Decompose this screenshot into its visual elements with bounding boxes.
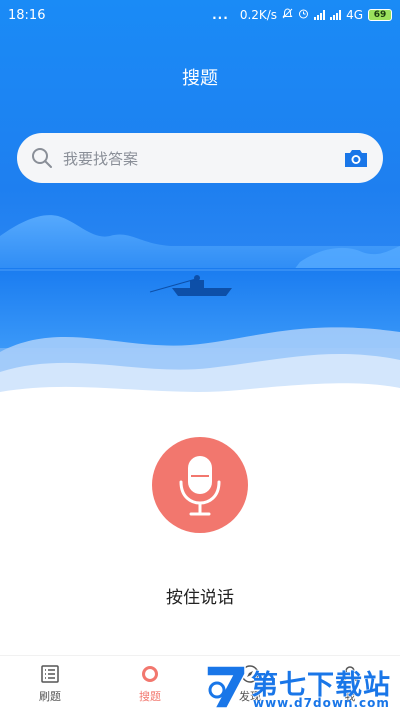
mute-icon — [282, 8, 293, 22]
more-dots: ... — [212, 8, 229, 22]
voice-hint: 按住说话 — [166, 588, 234, 608]
status-time: 18:16 — [8, 7, 46, 23]
list-icon — [41, 664, 59, 683]
search-icon — [32, 148, 52, 168]
voice-record-button[interactable] — [152, 437, 248, 533]
search-input[interactable]: 我要找答案 — [63, 148, 343, 169]
status-indicators: ... 0.2K/s 4G 69 — [212, 8, 392, 22]
status-bar: 18:16 ... 0.2K/s 4G 69 — [0, 0, 400, 30]
watermark-url: www.d7down.com — [253, 696, 390, 710]
landscape-illustration — [0, 215, 400, 420]
search-bar[interactable]: 我要找答案 — [17, 133, 383, 183]
watermark-logo-icon — [206, 665, 246, 709]
camera-icon[interactable] — [343, 147, 369, 169]
nav-label: 搜题 — [139, 689, 161, 703]
nav-item-shuati[interactable]: 刷题 — [0, 656, 100, 711]
hero-background — [0, 0, 400, 420]
battery-icon: 69 — [368, 9, 392, 21]
network-speed: 0.2K/s — [239, 8, 278, 22]
search-circle-icon — [142, 665, 158, 682]
microphone-icon — [179, 456, 221, 516]
page-title: 搜题 — [182, 68, 218, 89]
watermark: 第七下载站 www.d7down.com — [205, 662, 395, 710]
nav-item-soti[interactable]: 搜题 — [100, 656, 200, 711]
network-type: 4G — [346, 8, 363, 22]
signal-icon — [314, 10, 326, 20]
screen: 18:16 ... 0.2K/s 4G 69 搜题 我要找答案 按住说话 刷题 … — [0, 0, 400, 711]
alarm-icon — [298, 8, 309, 22]
signal-icon-2 — [330, 10, 342, 20]
nav-label: 刷题 — [39, 689, 61, 703]
